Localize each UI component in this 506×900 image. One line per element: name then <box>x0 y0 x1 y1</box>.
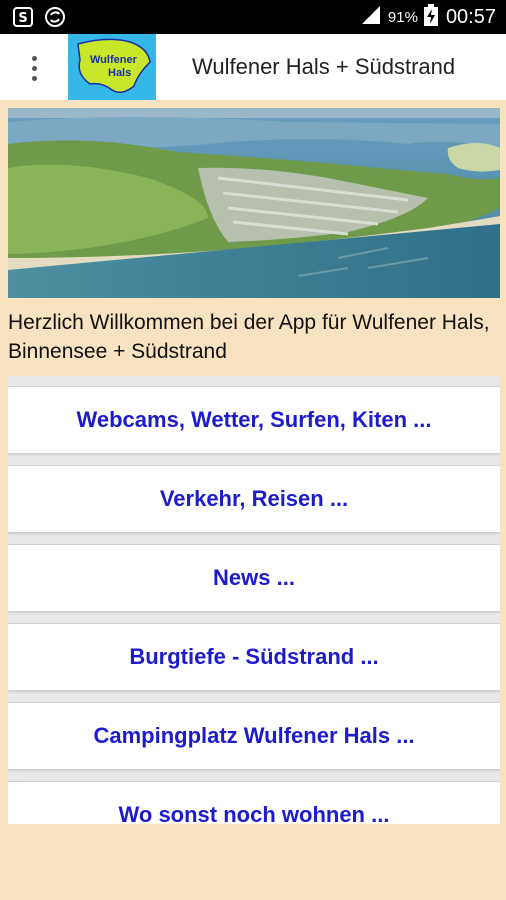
menu-item-news[interactable]: News ... <box>8 544 500 611</box>
app-bar: Wulfener Hals Wulfener Hals + Südstrand <box>0 34 506 100</box>
overflow-menu-icon[interactable] <box>16 48 52 88</box>
menu-item-campingplatz[interactable]: Campingplatz Wulfener Hals ... <box>8 702 500 769</box>
menu-item-label: Burgtiefe - Südstrand ... <box>129 644 379 669</box>
clock: 00:57 <box>445 5 496 28</box>
menu-item-label: Verkehr, Reisen ... <box>159 486 349 511</box>
status-bar: S 91% 00:57 <box>0 0 506 34</box>
app-title: Wulfener Hals + Südstrand <box>192 54 456 79</box>
menu-item-label: News ... <box>213 565 295 590</box>
welcome-text: Herzlich Willkommen bei der App für Wulf… <box>8 311 490 363</box>
svg-text:S: S <box>18 11 27 26</box>
menu-list: Webcams, Wetter, Surfen, Kiten ... Verke… <box>8 376 500 824</box>
menu-item-burgtiefe[interactable]: Burgtiefe - Südstrand ... <box>8 623 500 690</box>
battery-percent: 91% <box>387 8 418 26</box>
menu-item-label: Campingplatz Wulfener Hals ... <box>93 723 415 748</box>
aerial-photo <box>8 108 500 298</box>
menu-item-label: Webcams, Wetter, Surfen, Kiten ... <box>76 407 432 432</box>
sync-icon <box>44 6 66 28</box>
logo-text-line1: Wulfener <box>90 54 137 66</box>
menu-item-verkehr[interactable]: Verkehr, Reisen ... <box>8 465 500 532</box>
notification-s-icon: S <box>12 6 34 28</box>
menu-item-webcams[interactable]: Webcams, Wetter, Surfen, Kiten ... <box>8 386 500 453</box>
app-logo: Wulfener Hals <box>68 34 156 100</box>
menu-item-wohnen[interactable]: Wo sonst noch wohnen ... <box>8 781 500 824</box>
logo-text-line2: Hals <box>108 67 132 79</box>
menu-item-label: Wo sonst noch wohnen ... <box>118 802 390 824</box>
signal-icon <box>360 5 382 30</box>
battery-charging-icon <box>423 3 438 31</box>
